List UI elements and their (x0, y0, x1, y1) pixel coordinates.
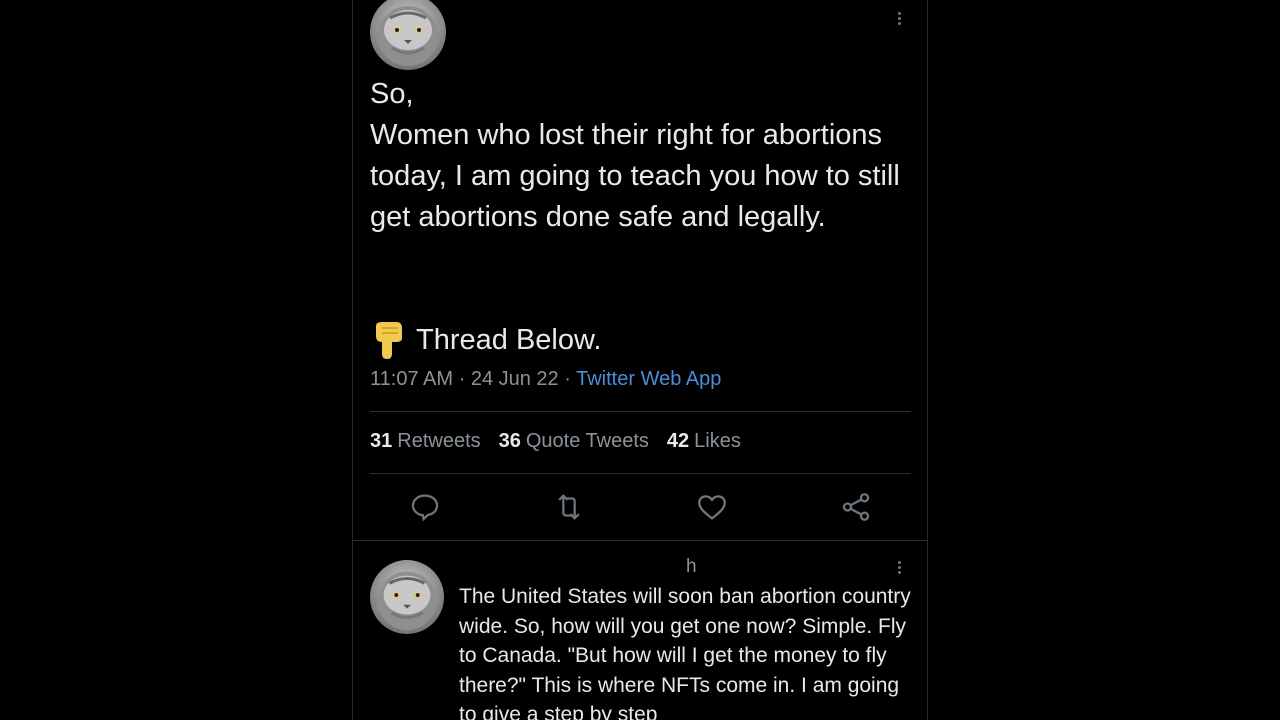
author-avatar[interactable] (370, 0, 446, 70)
more-icon[interactable] (898, 10, 901, 27)
share-icon[interactable] (839, 490, 873, 524)
meta-dot: · (458, 368, 466, 390)
quote-label: Quote Tweets (525, 430, 649, 452)
reply-icon[interactable] (408, 490, 442, 524)
pointing-down-emoji (376, 322, 402, 359)
reply-handle-fragment: h (686, 556, 697, 577)
quote-count: 36 (498, 430, 521, 452)
retweets-count: 31 (370, 430, 393, 452)
divider (370, 473, 911, 474)
reply-author-avatar[interactable] (370, 560, 444, 634)
likes-stat[interactable]: 42 Likes (667, 430, 741, 453)
thread-label: Thread Below. (416, 323, 602, 356)
likes-label: Likes (694, 430, 741, 452)
tweet-meta: 11:07 AM · 24 Jun 22 · Twitter Web App (370, 368, 721, 391)
heart-icon[interactable] (695, 490, 729, 524)
divider (370, 411, 911, 412)
more-icon[interactable] (898, 559, 901, 576)
thread-below-line: Thread Below. (370, 320, 601, 360)
likes-count: 42 (666, 430, 690, 452)
tweet-text: So, Women who lost their right for abort… (370, 78, 900, 233)
tweet-stats: 31 Retweets 36 Quote Tweets 42 Likes (370, 430, 759, 453)
meta-dot: · (564, 368, 571, 390)
tweet-separator (353, 540, 927, 541)
retweet-icon[interactable] (552, 490, 586, 524)
retweets-stat[interactable]: 31 Retweets (370, 430, 481, 453)
retweets-label: Retweets (397, 430, 481, 452)
tweet-date[interactable]: 24 Jun 22 (471, 368, 559, 390)
tweet-source-link[interactable]: Twitter Web App (576, 368, 721, 390)
action-bar (353, 490, 927, 530)
tweet-frame: So, Women who lost their right for abort… (352, 0, 928, 720)
tweet-time[interactable]: 11:07 AM (370, 368, 453, 390)
reply-text: The United States will soon ban abortion… (459, 585, 911, 720)
quote-tweets-stat[interactable]: 36 Quote Tweets (499, 430, 649, 453)
